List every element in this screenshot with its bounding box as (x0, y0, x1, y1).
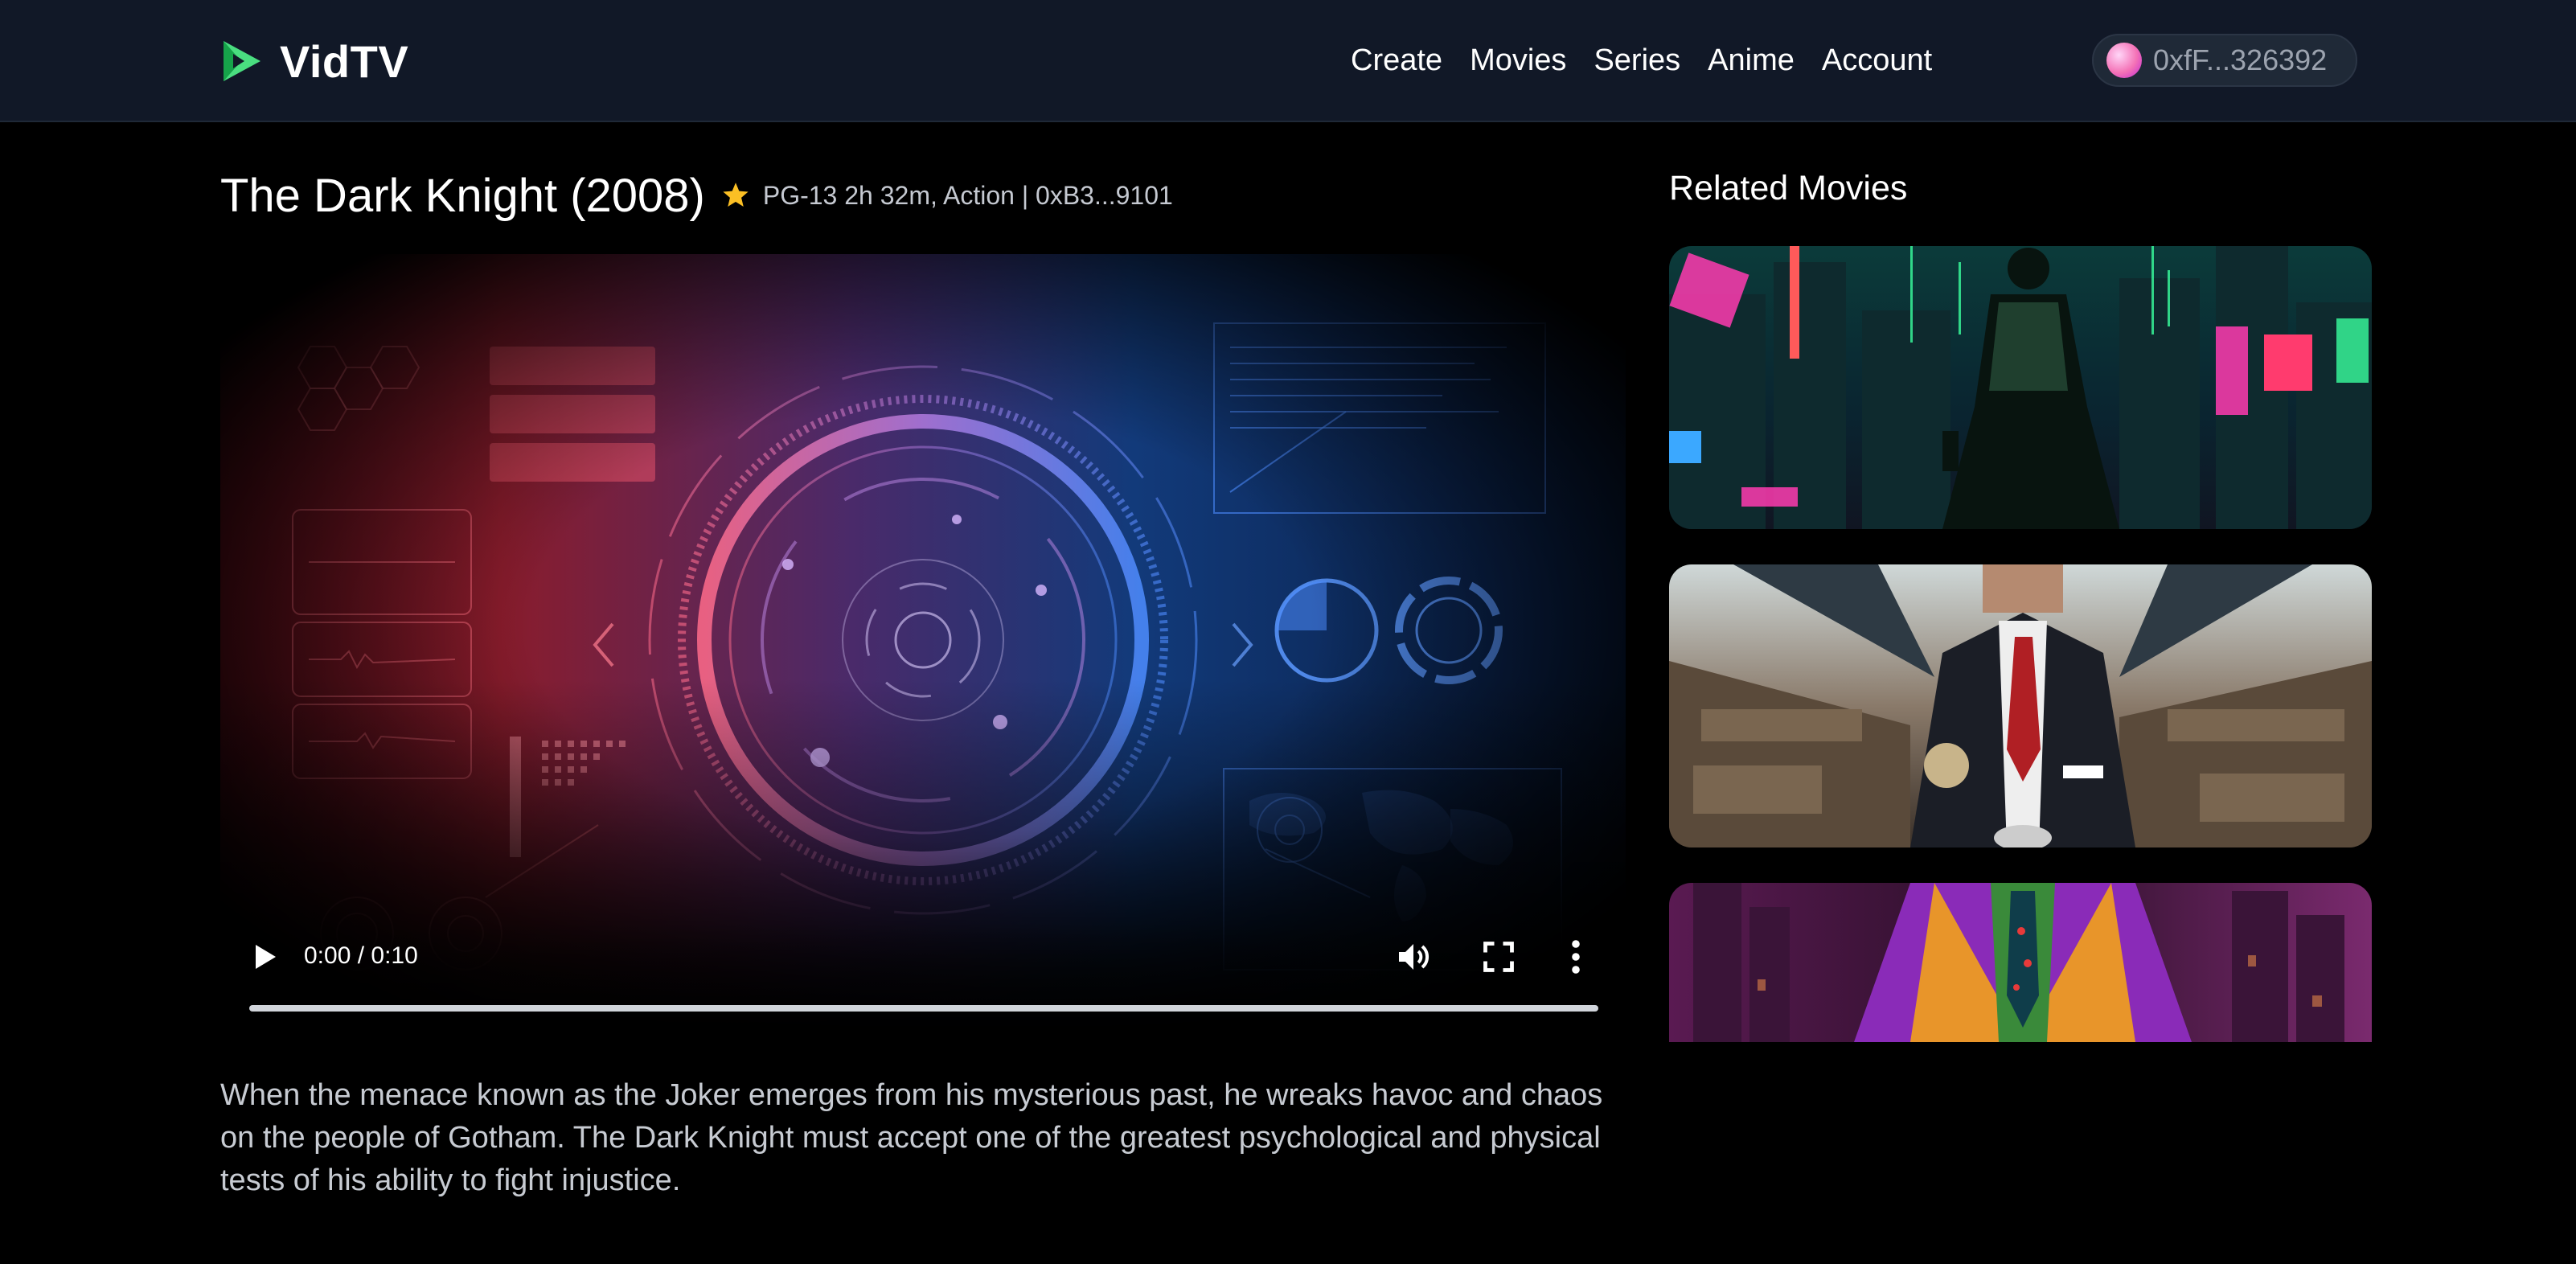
related-movies-heading: Related Movies (1669, 169, 1908, 207)
video-frame (220, 254, 1626, 1026)
play-icon[interactable] (248, 941, 280, 973)
play-logo-icon (224, 41, 260, 81)
movie-header: The Dark Knight (2008) PG-13 2h 32m, Act… (220, 166, 1173, 225)
fullscreen-icon[interactable] (1481, 939, 1516, 975)
wallet-address: 0xfF...326392 (2153, 43, 2328, 76)
nav-series[interactable]: Series (1594, 43, 1680, 78)
movie-meta: PG-13 2h 32m, Action | 0xB3...9101 (762, 180, 1173, 210)
suit-man-poster (1669, 564, 2372, 847)
joker-poster (1669, 883, 2372, 1042)
brand-name: VidTV (280, 35, 409, 87)
nav-anime[interactable]: Anime (1708, 43, 1795, 78)
player-controls: 0:00 / 0:10 (220, 921, 1626, 1026)
main-nav: Create Movies Series Anime Account (1351, 35, 1932, 85)
related-movie-thumbnail[interactable] (1669, 883, 2372, 1042)
nav-account[interactable]: Account (1822, 43, 1932, 78)
volume-icon[interactable] (1394, 938, 1433, 976)
video-player[interactable]: 0:00 / 0:10 (220, 254, 1626, 1026)
more-options-icon[interactable] (1566, 938, 1585, 976)
time-display: 0:00 / 0:10 (304, 942, 418, 969)
related-movie-thumbnail[interactable] (1669, 564, 2372, 847)
star-icon (723, 183, 749, 207)
wallet-button[interactable]: 0xfF...326392 (2092, 34, 2357, 87)
movie-title: The Dark Knight (2008) (220, 169, 705, 222)
nav-movies[interactable]: Movies (1470, 43, 1566, 78)
neon-city-poster (1669, 246, 2372, 529)
wallet-avatar (2106, 43, 2142, 78)
nav-create[interactable]: Create (1351, 43, 1442, 78)
progress-bar[interactable] (249, 1005, 1598, 1012)
top-navbar: VidTV Create Movies Series Anime Account… (0, 0, 2576, 122)
movie-description: When the menace known as the Joker emerg… (220, 1078, 1603, 1197)
brand-logo[interactable]: VidTV (220, 35, 408, 87)
related-movie-thumbnail[interactable] (1669, 246, 2372, 529)
